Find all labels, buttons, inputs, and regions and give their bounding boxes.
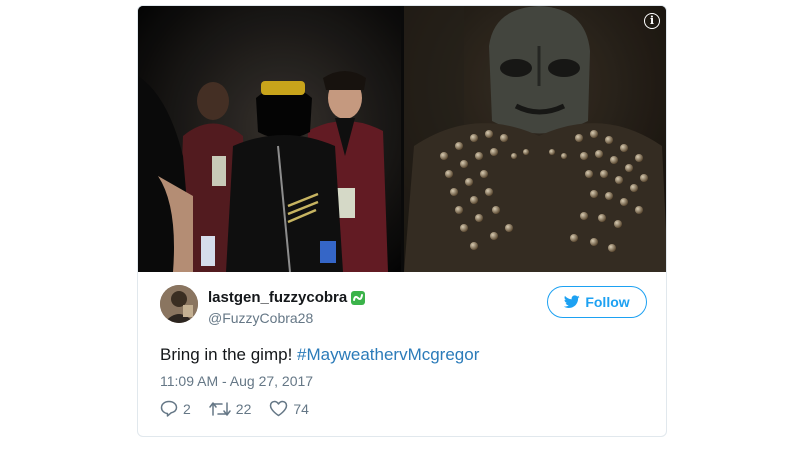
display-name-text: lastgen_fuzzycobra [208,289,348,306]
photo-boxer-entrance[interactable] [138,6,401,272]
tweet-media[interactable]: i [138,6,666,272]
user-handle[interactable]: @FuzzyCobra28 [208,310,313,326]
like-action[interactable]: 74 [269,400,309,417]
tweet-card: i lastgen_fuzzycobra @FuzzyCobra28 Follo… [137,5,667,437]
like-count: 74 [293,400,309,417]
tweet-actions: 2 22 74 [160,400,327,417]
reply-icon [160,400,178,417]
photo-masked-figure[interactable]: i [404,6,666,272]
follow-button[interactable]: Follow [547,286,647,318]
retweet-action[interactable]: 22 [209,400,252,417]
heart-icon [270,400,288,417]
tweet-text: Bring in the gimp! #MayweathervMcgregor [160,345,479,365]
green-badge-icon [351,290,366,305]
info-icon[interactable]: i [644,13,660,29]
follow-label: Follow [585,294,630,310]
hashtag-link[interactable]: #MayweathervMcgregor [297,345,479,364]
reply-action[interactable]: 2 [160,400,191,417]
tweet-text-body: Bring in the gimp! [160,345,298,364]
bird-icon [564,295,581,308]
avatar[interactable] [160,285,198,323]
reply-count: 2 [183,400,191,417]
retweet-icon [209,401,231,416]
tweet-timestamp[interactable]: 11:09 AM - Aug 27, 2017 [160,373,313,389]
display-name[interactable]: lastgen_fuzzycobra [208,289,366,306]
retweet-count: 22 [235,400,252,417]
